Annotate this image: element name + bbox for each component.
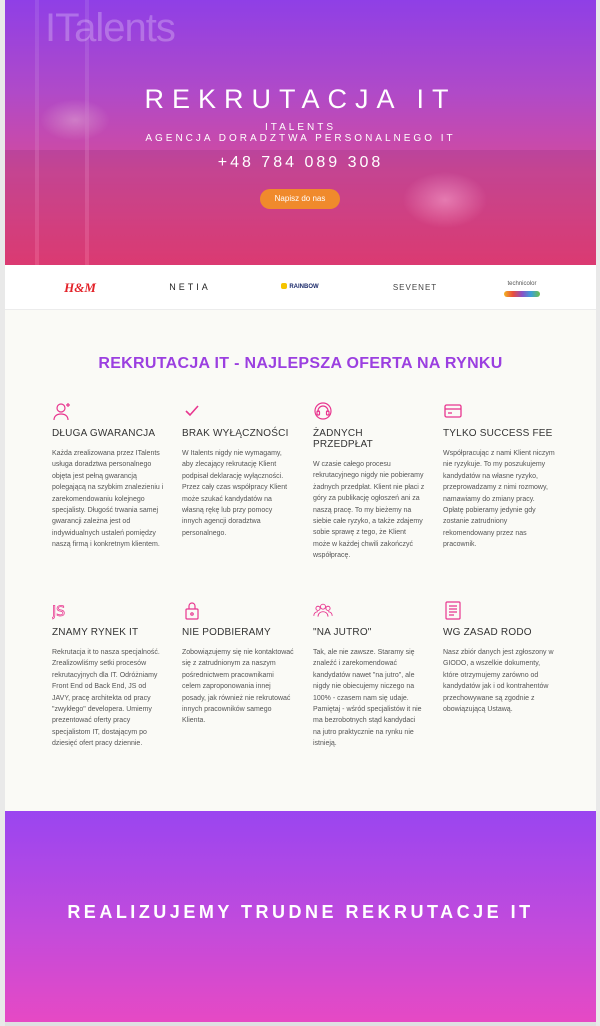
clients-strip: H&M NETIA RAINBOW SEVENET technicolor	[5, 265, 596, 310]
padlock-icon	[182, 600, 294, 622]
feature-item: DŁUGA GWARANCJA Każda zrealizowana przez…	[52, 401, 164, 551]
features-section: REKRUTACJA IT - NAJLEPSZA OFERTA NA RYNK…	[5, 311, 596, 811]
page: ITalents REKRUTACJA IT ITALENTS AGENCJA …	[5, 0, 596, 1026]
feature-item: TYLKO SUCCESS FEE Współpracując z nami K…	[443, 401, 555, 551]
feature-item: BRAK WYŁĄCZNOŚCI W Italents nigdy nie wy…	[182, 401, 294, 539]
hero-subtitle: AGENCJA DORADZTWA PERSONALNEGO IT	[145, 133, 456, 144]
client-logo-technicolor-text: technicolor	[507, 281, 537, 287]
document-icon	[443, 600, 555, 622]
feature-title: BRAK WYŁĄCZNOŚCI	[182, 428, 289, 439]
features-title: REKRUTACJA IT - NAJLEPSZA OFERTA NA RYNK…	[98, 355, 503, 372]
feature-item: ŻADNYCH PRZEDPŁAT W czasie całego proces…	[313, 401, 425, 562]
feature-title: NIE PODBIERAMY	[182, 627, 271, 638]
cta-band: REALIZUJEMY TRUDNE REKRUTACJE IT	[5, 811, 596, 1022]
client-logo-technicolor: technicolor	[500, 278, 544, 297]
feature-title: "NA JUTRO"	[313, 627, 372, 638]
svg-text:JS: JS	[52, 604, 65, 620]
technicolor-stripes	[504, 291, 540, 297]
checkmark-icon	[182, 401, 294, 423]
band-title: REALIZUJEMY TRUDNE REKRUTACJE IT	[67, 902, 534, 922]
headset-icon	[313, 401, 425, 423]
hero-brand: ITALENTS	[264, 122, 337, 133]
hero-logo-wall-text: ITalents	[45, 6, 176, 50]
contact-button[interactable]: Napisz do nas	[260, 189, 340, 209]
feature-title: DŁUGA GWARANCJA	[52, 428, 156, 439]
feature-text: Zobowiązujemy się nie kontaktować się z …	[182, 649, 294, 725]
client-logo-rainbow-text: RAINBOW	[289, 284, 319, 290]
feature-item: WG ZASAD RODO Nasz zbiór danych jest zgł…	[443, 600, 555, 715]
feature-text: W Italents nigdy nie wymagamy, aby zleca…	[182, 450, 288, 537]
client-logo-sevenet: SEVENET	[392, 283, 438, 292]
client-logo-netia: NETIA	[169, 282, 211, 292]
sun-icon	[281, 283, 288, 290]
js-icon: JS	[51, 600, 164, 622]
feature-item: NIE PODBIERAMY Zobowiązujemy się nie kon…	[182, 600, 294, 727]
feature-text: Rekrutacja it to nasza specjalność. Zrea…	[52, 649, 160, 748]
user-plus-icon	[52, 401, 164, 423]
client-logo-hm: H&M	[64, 280, 96, 295]
group-icon	[313, 600, 425, 622]
feature-text: Nasz zbiór danych jest zgłoszony w GIODO…	[443, 649, 554, 714]
hero-phone[interactable]: +48 784 089 308	[5, 154, 596, 172]
feature-title: ZNAMY RYNEK IT	[52, 627, 139, 638]
hero-title: REKRUTACJA IT	[144, 84, 457, 114]
feature-text: Współpracując z nami Klient niczym nie r…	[443, 450, 555, 549]
feature-text: W czasie całego procesu rekrutacyjnego n…	[313, 461, 425, 560]
feature-title: WG ZASAD RODO	[443, 627, 532, 638]
feature-item: "NA JUTRO" Tak, ale nie zawsze. Staramy …	[313, 600, 425, 750]
feature-item: JS ZNAMY RYNEK IT Rekrutacja it to nasza…	[51, 600, 164, 750]
hero-section: ITalents REKRUTACJA IT ITALENTS AGENCJA …	[5, 0, 596, 265]
client-logo-rainbow: RAINBOW	[275, 265, 325, 310]
feature-text: Każda zrealizowana przez ITalents usługa…	[52, 450, 164, 549]
feature-text: Tak, ale nie zawsze. Staramy się znaleźć…	[313, 649, 422, 748]
feature-title: ŻADNYCH PRZEDPŁAT	[313, 428, 373, 450]
credit-card-icon	[443, 401, 555, 423]
footer-strip	[5, 1022, 596, 1026]
feature-title: TYLKO SUCCESS FEE	[443, 428, 553, 439]
